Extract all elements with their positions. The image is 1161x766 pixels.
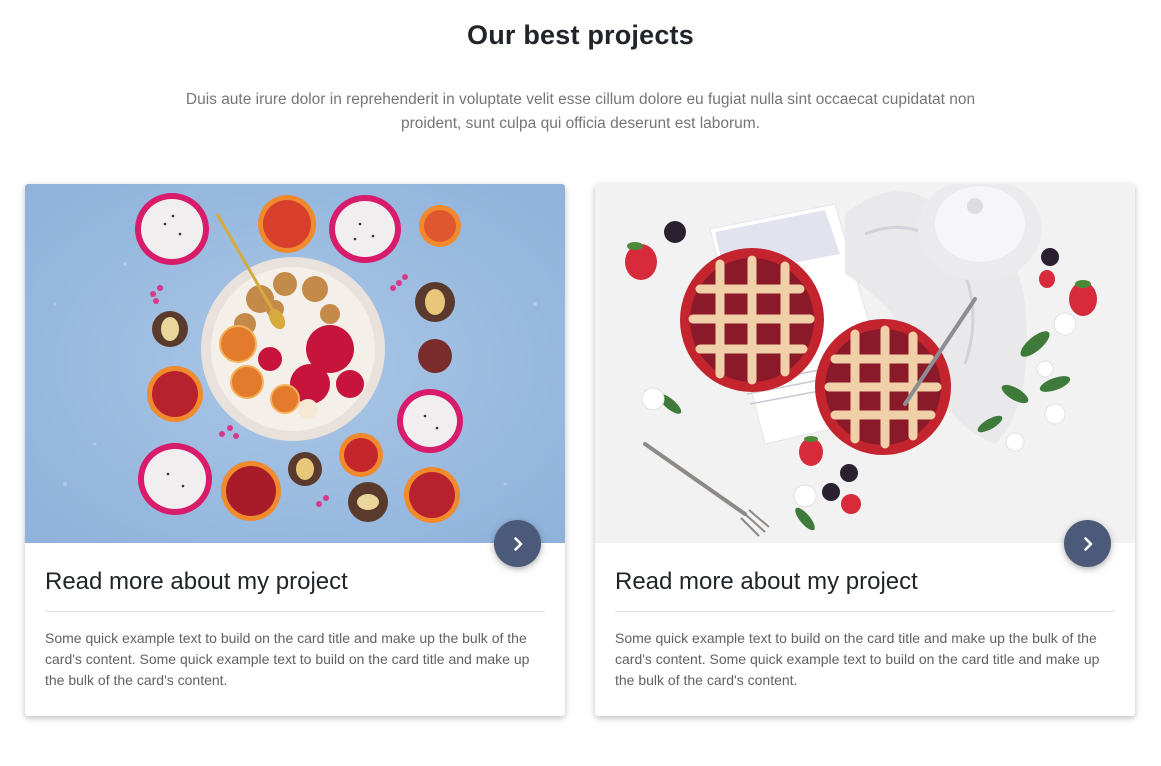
section-lead: Duis aute irure dolor in reprehenderit i…	[185, 91, 976, 132]
read-more-button[interactable]	[494, 520, 541, 567]
card-divider	[615, 611, 1115, 612]
card-title: Read more about my project	[45, 568, 348, 595]
card-text: Some quick example text to build on the …	[615, 630, 1100, 688]
card-title: Read more about my project	[615, 568, 918, 595]
project-card-1: Read more about my project Some quick ex…	[25, 184, 565, 716]
fruit-bowl-image[interactable]	[25, 184, 565, 543]
section-title: Our best projects	[467, 20, 694, 50]
berry-pie-image[interactable]	[595, 184, 1135, 543]
card-divider	[45, 611, 545, 612]
read-more-button[interactable]	[1064, 520, 1111, 567]
chevron-right-icon	[513, 536, 522, 551]
project-card-2: Read more about my project Some quick ex…	[595, 184, 1135, 716]
card-text: Some quick example text to build on the …	[45, 630, 530, 688]
chevron-right-icon	[1083, 536, 1092, 551]
